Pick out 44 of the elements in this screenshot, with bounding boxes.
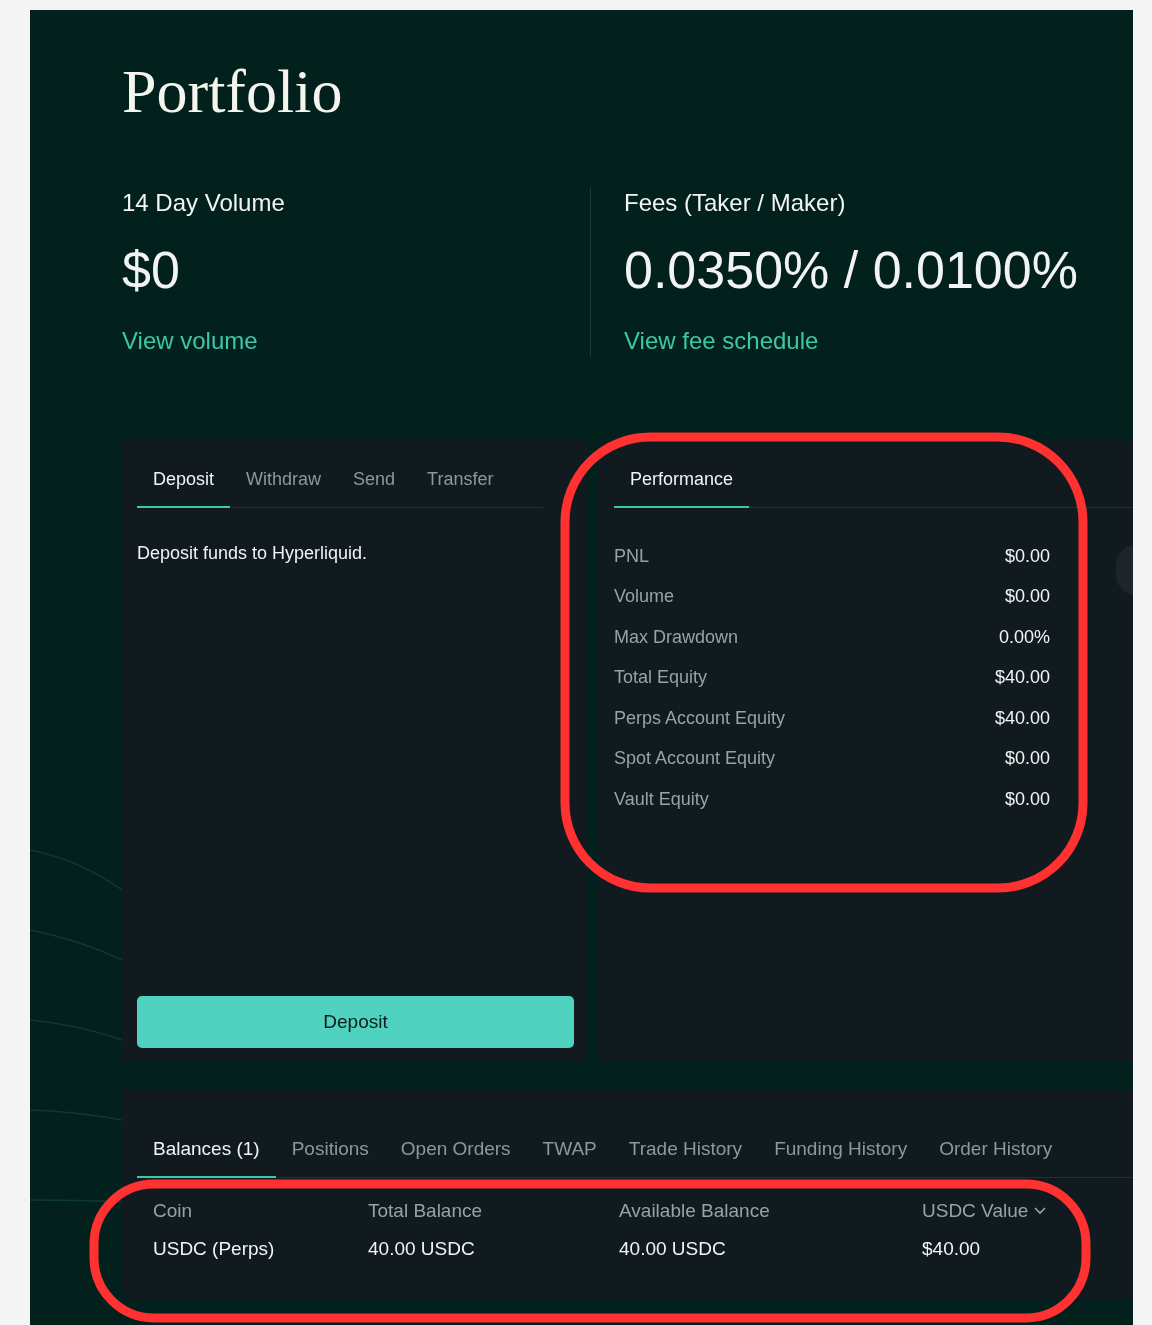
tab[interactable]: Order History [923, 1124, 1069, 1178]
deposit-message: Deposit funds to Hyperliquid. [137, 542, 369, 565]
tab[interactable]: Send [337, 455, 412, 508]
deposit-button[interactable]: Deposit [137, 996, 574, 1048]
tab[interactable]: Withdraw [230, 455, 338, 508]
chevron-down-icon [1034, 1207, 1047, 1215]
stat-value: $0 [122, 240, 180, 300]
column-header[interactable]: USDC Value [922, 1200, 1047, 1222]
table-cell: USDC (Perps) [153, 1238, 275, 1260]
tab[interactable]: Funding History [758, 1124, 924, 1178]
metric-value: $0.00 [1004, 748, 1050, 770]
tab[interactable]: Transfer [411, 455, 510, 508]
metric-label: PNL [614, 545, 649, 567]
metric-label: Total Equity [614, 667, 708, 689]
metric-value: $0.00 [1004, 788, 1050, 810]
tab[interactable]: Deposit [137, 455, 231, 508]
column-header[interactable]: Available Balance [619, 1200, 770, 1222]
stat-link[interactable]: View volume [122, 326, 258, 356]
metric-label: Max Drawdown [614, 626, 739, 648]
page-title: Portfolio [122, 56, 343, 126]
tab[interactable]: Performance [614, 455, 750, 508]
table-cell: 40.00 USDC [619, 1238, 726, 1260]
stat-value: 0.0350% / 0.0100% [624, 240, 1078, 300]
column-header[interactable]: Coin [153, 1200, 193, 1222]
stat-link[interactable]: View fee schedule [624, 326, 819, 356]
table-cell: 40.00 USDC [368, 1238, 475, 1260]
tab[interactable]: Positions [275, 1124, 385, 1178]
metric-value: $0.00 [1004, 545, 1050, 567]
metric-value: $40.00 [994, 707, 1050, 729]
metric-label: Volume [614, 586, 675, 608]
column-header[interactable]: Total Balance [368, 1200, 483, 1222]
stat-label: Fees (Taker / Maker) [624, 188, 846, 218]
metric-value: $0.00 [1004, 586, 1050, 608]
metric-label: Perps Account Equity [614, 707, 786, 729]
tab[interactable]: Balances (1) [137, 1124, 276, 1178]
tab[interactable]: TWAP [526, 1124, 613, 1178]
metric-label: Vault Equity [614, 788, 709, 810]
tab[interactable]: Trade History [612, 1124, 759, 1178]
metric-value: 0.00% [998, 626, 1050, 648]
metric-label: Spot Account Equity [614, 748, 776, 770]
table-cell: $40.00 [922, 1238, 981, 1260]
tab[interactable]: Open Orders [384, 1124, 527, 1178]
metric-value: $40.00 [994, 667, 1050, 689]
stat-label: 14 Day Volume [122, 188, 285, 218]
